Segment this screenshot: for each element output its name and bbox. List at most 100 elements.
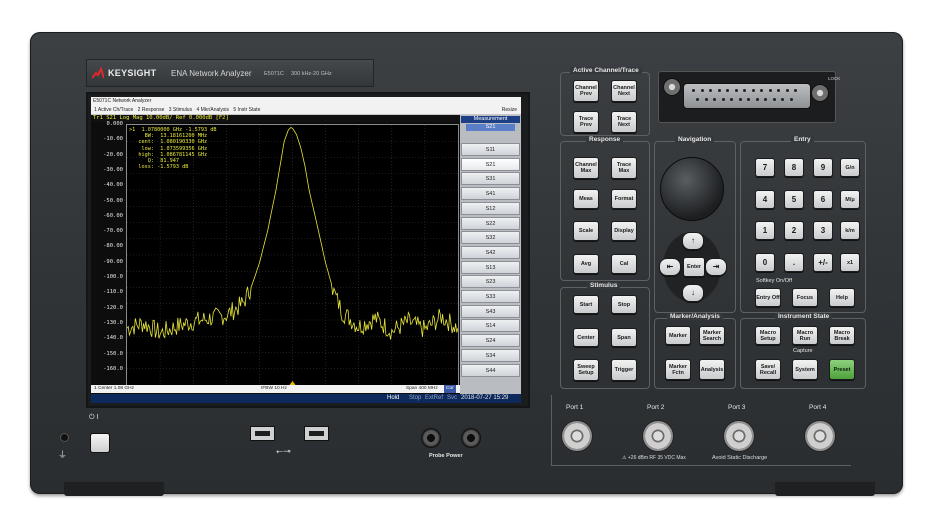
format-key[interactable]: Format xyxy=(611,189,637,209)
entry-key[interactable]: 5 xyxy=(784,190,804,209)
entry-key[interactable]: 7 xyxy=(755,158,775,177)
scale-key[interactable]: Scale xyxy=(573,221,599,241)
avg-key[interactable]: Avg xyxy=(573,254,599,274)
measurement-s13-softkey[interactable]: S13 xyxy=(461,260,520,274)
model-number: E5071C xyxy=(264,71,284,77)
entry-off-key[interactable]: Entry Off xyxy=(755,288,781,307)
entry-key[interactable]: x1 xyxy=(840,253,860,272)
entry-key[interactable]: . xyxy=(784,253,804,272)
menu-stimulus[interactable]: 3 Stimulus xyxy=(169,106,192,114)
macro-setup-key[interactable]: Macro Setup xyxy=(755,326,781,345)
entry-key[interactable]: 6 xyxy=(813,190,833,209)
entry-key[interactable]: 4 xyxy=(755,190,775,209)
measurement-s32-softkey[interactable]: S32 xyxy=(461,231,520,245)
entry-key[interactable]: k/m xyxy=(840,221,860,240)
trace-prev-key[interactable]: Trace Prev xyxy=(573,111,599,133)
save-recall-key[interactable]: Save/ Recall xyxy=(755,359,781,380)
measurement-s23-softkey[interactable]: S23 xyxy=(461,275,520,289)
menu-instr-state[interactable]: 5 Instr State xyxy=(233,106,260,114)
macro-run-key[interactable]: Macro Run xyxy=(792,326,818,345)
arrow-left-icon[interactable]: ⇤ xyxy=(659,258,681,276)
measurement-s21-softkey[interactable]: S21 xyxy=(461,157,520,171)
meas-key[interactable]: Meas xyxy=(573,189,599,209)
sweep-setup-key[interactable]: Sweep Setup xyxy=(573,359,599,381)
stop-key[interactable]: Stop xyxy=(611,295,637,314)
connector-pin xyxy=(794,89,797,92)
channel-next-key[interactable]: Channel Next xyxy=(611,80,637,102)
analysis-key[interactable]: Analysis xyxy=(699,359,725,380)
connector-pin xyxy=(721,98,725,101)
status-stop: Stop xyxy=(409,395,422,401)
marker-search-key[interactable]: Marker Search xyxy=(699,326,725,345)
menu-mkr-analysis[interactable]: 4 Mkr/Analysis xyxy=(196,106,229,114)
softkey-on-off-label: Softkey On/Off xyxy=(756,278,792,284)
measurement-s22-softkey[interactable]: S22 xyxy=(461,216,520,230)
center-key[interactable]: Center xyxy=(573,328,599,347)
probe-power-jack-2[interactable] xyxy=(461,428,481,448)
port-2-connector[interactable] xyxy=(642,420,674,452)
trigger-key[interactable]: Trigger xyxy=(611,359,637,381)
trace-next-key[interactable]: Trace Next xyxy=(611,111,637,133)
usb-port-1[interactable] xyxy=(250,426,275,441)
measurement-s33-softkey[interactable]: S33 xyxy=(461,290,520,303)
entry-key[interactable]: 1 xyxy=(755,221,775,240)
measurement-s43-softkey[interactable]: S43 xyxy=(461,304,520,318)
entry-key[interactable]: 2 xyxy=(784,221,804,240)
entry-key[interactable]: 9 xyxy=(813,158,833,177)
measurement-s41-softkey[interactable]: S41 xyxy=(461,187,520,201)
resize-button[interactable]: Resize xyxy=(502,106,517,114)
macro-break-key[interactable]: Macro Break xyxy=(829,326,855,345)
measurement-s14-softkey[interactable]: S14 xyxy=(461,319,520,333)
entry-key[interactable]: 8 xyxy=(784,158,804,177)
rotary-knob[interactable] xyxy=(660,157,724,221)
entry-key[interactable]: G/n xyxy=(840,158,860,177)
channel-prev-key[interactable]: Channel Prev xyxy=(573,80,599,102)
arrow-right-icon[interactable]: ⇥ xyxy=(705,258,727,276)
port-1-connector[interactable] xyxy=(561,420,593,452)
marker-key[interactable]: Marker xyxy=(665,326,691,345)
entry-key[interactable]: 3 xyxy=(813,221,833,240)
focus-key[interactable]: Focus xyxy=(792,288,818,307)
usb-port-2[interactable] xyxy=(304,426,329,441)
menu-active-ch-trace[interactable]: 1 Active Ch/Trace xyxy=(94,106,133,114)
port-4-connector[interactable] xyxy=(804,420,836,452)
arrow-up-icon[interactable]: ↑ xyxy=(682,232,704,250)
marker-1-triangle xyxy=(287,120,294,126)
trace-max-key[interactable]: Trace Max xyxy=(611,157,637,179)
arrow-down-icon[interactable]: ↓ xyxy=(682,284,704,302)
measurement-s24-softkey[interactable]: S24 xyxy=(461,334,520,348)
measurement-s42-softkey[interactable]: S42 xyxy=(461,245,520,259)
measurement-s44-softkey[interactable]: S44 xyxy=(461,363,520,377)
system-key[interactable]: System xyxy=(792,359,818,380)
probe-power-jack-1[interactable] xyxy=(421,428,441,448)
preset-key[interactable]: Preset xyxy=(829,359,855,380)
display-key[interactable]: Display xyxy=(611,221,637,241)
measurement-s12-softkey[interactable]: S12 xyxy=(461,201,520,215)
ground-icon: ⏚ xyxy=(58,450,68,460)
menu-response[interactable]: 2 Response xyxy=(138,106,165,114)
menu-bar: 1 Active Ch/Trace 2 Response 3 Stimulus … xyxy=(91,106,521,115)
ifbw: IFBW 10 Hz xyxy=(261,386,287,391)
port-3-connector[interactable] xyxy=(723,420,755,452)
trace-header: Tr1 S21 Log Mag 10.00dB/ Ref 0.000dB [F2… xyxy=(91,115,460,122)
port-3-label: Port 3 xyxy=(728,404,746,411)
entry-key[interactable]: 0 xyxy=(755,253,775,272)
measurement-s31-softkey[interactable]: S31 xyxy=(461,172,520,186)
status-hold: Hold xyxy=(387,395,400,401)
start-key[interactable]: Start xyxy=(573,295,599,314)
measurement-s34-softkey[interactable]: S34 xyxy=(461,348,520,362)
channel-max-key[interactable]: Channel Max xyxy=(573,157,599,179)
cal-key[interactable]: Cal xyxy=(611,254,637,274)
rf-max-warning: ⚠ +26 dBm RF 35 VDC Max xyxy=(622,455,686,461)
entry-key[interactable]: M/μ xyxy=(840,190,860,209)
headphone-jack[interactable] xyxy=(60,433,69,442)
help-key[interactable]: Help xyxy=(829,288,855,307)
marker-fctn-key[interactable]: Marker Fctn xyxy=(665,359,691,380)
power-button[interactable] xyxy=(90,433,110,453)
span-key[interactable]: Span xyxy=(611,328,637,347)
measurement-s11-softkey[interactable]: S11 xyxy=(461,143,520,156)
marker-readout-line: loss: -1.5793 dB xyxy=(129,164,189,171)
enter-key[interactable]: Enter xyxy=(683,257,705,277)
entry-key[interactable]: +/- xyxy=(813,253,833,272)
measurement-current: S21 xyxy=(466,124,515,131)
